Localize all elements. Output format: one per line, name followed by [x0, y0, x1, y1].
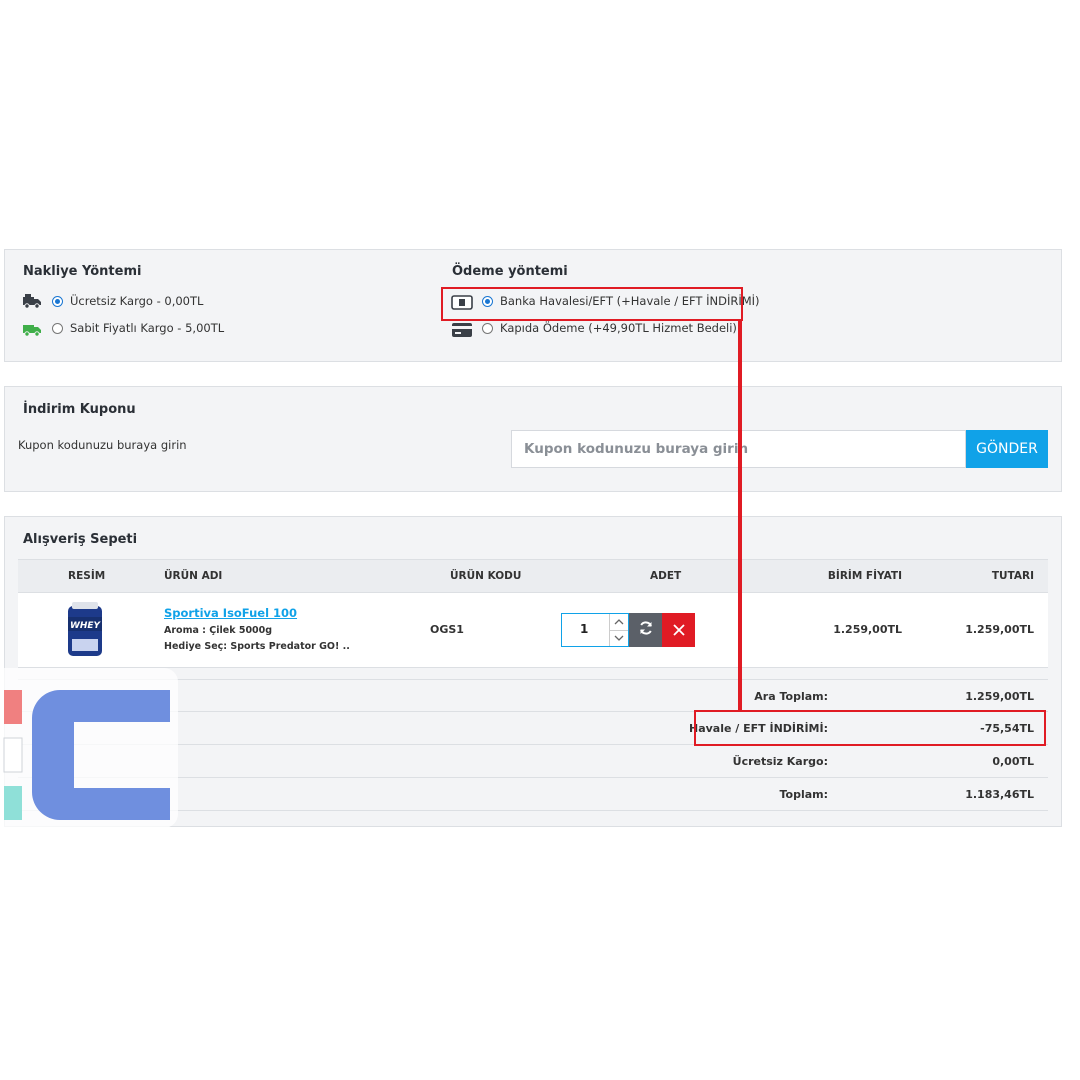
shipping-option-free[interactable]: Ücretsiz Kargo - 0,00TL: [52, 294, 203, 308]
credit-card-icon: [451, 322, 473, 342]
shipping-cost-value: 0,00TL: [992, 755, 1034, 768]
truck-icon: [22, 293, 42, 313]
coupon-helper-text: Kupon kodunuzu buraya girin: [18, 438, 187, 452]
shipping-free-label: Ücretsiz Kargo - 0,00TL: [70, 294, 204, 308]
remove-button[interactable]: [662, 613, 695, 647]
payment-highlight-box: [441, 287, 743, 321]
subtotal-value: 1.259,00TL: [965, 690, 1034, 703]
payment-cod-label: Kapıda Ödeme (+49,90TL Hizmet Bedeli): [500, 321, 737, 335]
coupon-title: İndirim Kuponu: [23, 402, 136, 417]
table-row: WHEY Sportiva IsoFuel 100 Aroma : Çilek …: [18, 593, 1048, 668]
quantity-value[interactable]: 1: [580, 622, 588, 636]
grand-total-label: Toplam:: [779, 788, 828, 801]
product-image-label: WHEY: [69, 621, 101, 631]
cart-table-header: RESİM ÜRÜN ADI ÜRÜN KODU ADET BİRİM FİYA…: [18, 559, 1048, 593]
product-option-gift: Hediye Seç: Sports Predator GO! ..: [164, 641, 350, 652]
quantity-decrease-icon[interactable]: [609, 630, 628, 646]
cart-title: Alışveriş Sepeti: [23, 532, 138, 547]
shipping-free-radio[interactable]: [52, 295, 63, 307]
coupon-submit-button[interactable]: GÖNDER: [966, 430, 1048, 468]
shipping-fixed-radio[interactable]: [52, 322, 63, 334]
product-option-aroma: Aroma : Çilek 5000g: [164, 625, 273, 636]
refresh-icon: [638, 620, 654, 640]
watermark-logo: [0, 668, 178, 828]
grand-total-value: 1.183,46TL: [965, 788, 1034, 801]
line-total: 1.259,00TL: [965, 623, 1034, 636]
quantity-stepper[interactable]: 1: [561, 613, 629, 647]
close-icon: [672, 621, 685, 640]
product-name-link[interactable]: Sportiva IsoFuel 100: [164, 606, 297, 620]
subtotal-label: Ara Toplam:: [754, 690, 828, 703]
product-code: OGS1: [430, 623, 464, 636]
highlight-connector-line: [738, 321, 742, 712]
refresh-button[interactable]: [629, 613, 662, 647]
quantity-increase-icon[interactable]: [609, 614, 628, 631]
col-image: RESİM: [68, 570, 106, 582]
shipping-fixed-label: Sabit Fiyatlı Kargo - 5,00TL: [70, 321, 225, 335]
col-product-code: ÜRÜN KODU: [450, 570, 522, 582]
shipping-option-fixed[interactable]: Sabit Fiyatlı Kargo - 5,00TL: [52, 321, 224, 335]
col-product-name: ÜRÜN ADI: [164, 570, 223, 582]
payment-cod-radio[interactable]: [482, 322, 493, 334]
col-total: TUTARI: [991, 570, 1034, 582]
col-unit-price: BİRİM FİYATI: [827, 570, 902, 582]
payment-title: Ödeme yöntemi: [452, 264, 568, 279]
shipping-title: Nakliye Yöntemi: [23, 264, 142, 279]
unit-price: 1.259,00TL: [833, 623, 902, 636]
discount-highlight-box: [694, 710, 1046, 746]
shipping-cost-label: Ücretsiz Kargo:: [732, 755, 828, 768]
green-truck-icon: [22, 321, 42, 341]
product-image[interactable]: WHEY: [58, 601, 112, 659]
col-quantity: ADET: [650, 570, 682, 582]
payment-option-cod[interactable]: Kapıda Ödeme (+49,90TL Hizmet Bedeli): [482, 321, 737, 335]
